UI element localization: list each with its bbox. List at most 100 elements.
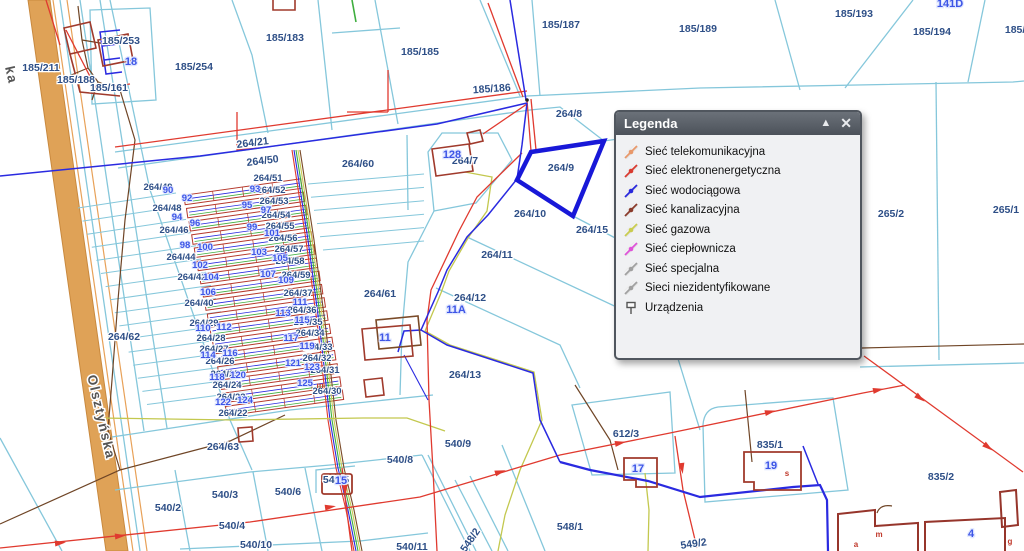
network-line-icon	[624, 184, 638, 198]
house-number-label: 19	[765, 460, 777, 472]
parcel-label: 185/253	[102, 35, 140, 47]
house-number-label: 107	[260, 269, 276, 280]
green-line	[352, 0, 356, 22]
house-number-label: 112	[216, 322, 231, 333]
parcel-label: 835/1	[757, 439, 783, 451]
legend-item-label: Sieć elektronenergetyczna	[645, 165, 781, 177]
legend-item-list: Sieć telekomunikacyjna Sieć elektronener…	[616, 135, 860, 325]
house-number-label: 92	[182, 193, 193, 204]
legend-item: Sieć kanalizacyjna	[624, 201, 852, 221]
house-number-label: 11	[379, 332, 391, 344]
legend-item-label: Urządzenia	[645, 302, 703, 314]
house-number-label: 117	[283, 333, 298, 344]
house-number-label: 120	[230, 370, 246, 381]
legend-item-label: Sieć ciepłownicza	[645, 243, 736, 255]
parcel-label: 264/15	[576, 224, 608, 236]
parcel-label: 264/11	[481, 249, 513, 261]
legend-item: Sieć ciepłownicza	[624, 240, 852, 260]
legend-item: Urządzenia	[624, 298, 852, 318]
parcel-label: 264/21	[236, 135, 269, 151]
parcel-label: 264/9	[548, 162, 574, 174]
parcel-label: 264/34	[295, 328, 325, 339]
parcel-label: 265/2	[878, 208, 904, 220]
parcel-label: 264/61	[364, 288, 396, 300]
house-number-label: 17	[632, 463, 644, 475]
parcel-label: 264/63	[207, 441, 239, 453]
legend-item-label: Sieci niezidentyfikowane	[645, 282, 770, 294]
parcel-label: 264/51	[253, 173, 283, 184]
parcel-label: 540/2	[155, 502, 181, 514]
parcel-label: 185/189	[679, 23, 717, 35]
parcel-label: 264/52	[256, 185, 285, 196]
house-number-label: 96	[190, 218, 201, 229]
building-letter-label: m	[875, 530, 882, 539]
parcel-label: 540/11	[396, 541, 428, 551]
legend-item: Sieć wodociągowa	[624, 181, 852, 201]
parcel-label: 264/62	[108, 331, 140, 343]
parcel-label: 264/10	[514, 208, 546, 220]
parcel-label: 548/2	[458, 526, 483, 551]
parcel-label: 540/10	[240, 539, 272, 551]
house-number-label: 116	[222, 348, 237, 359]
parcel-label: 264/12	[454, 292, 486, 304]
parcel-label: 185/185	[401, 46, 439, 58]
parcel-label: 185/1	[1005, 24, 1024, 36]
parcel-label: 548/1	[557, 521, 583, 533]
house-number-label: 109	[278, 275, 294, 286]
network-line-icon	[624, 223, 638, 237]
house-number-label: 15	[335, 475, 347, 487]
parcel-label: 264/46	[159, 225, 188, 236]
house-number-label: 113	[275, 308, 290, 319]
legend-item: Sieci niezidentyfikowane	[624, 279, 852, 299]
street-name-label: ka	[2, 65, 21, 86]
house-number-label: 99	[247, 222, 258, 233]
network-line-icon	[624, 262, 638, 276]
parcel-label: 185/194	[913, 26, 951, 38]
parcel-label: 264/60	[342, 158, 374, 170]
legend-item-label: Sieć telekomunikacyjna	[645, 146, 765, 158]
legend-item: Sieć elektronenergetyczna	[624, 162, 852, 182]
house-number-label: 18	[125, 56, 137, 68]
legend-panel: Legenda ▲ ✕ Sieć telekomunikacyjna Sieć …	[614, 110, 862, 360]
legend-item-label: Sieć kanalizacyjna	[645, 204, 740, 216]
legend-close-button[interactable]: ✕	[840, 116, 852, 130]
building-letter-label: m	[316, 381, 323, 390]
house-number-label: 114	[200, 350, 216, 361]
house-number-label: 95	[242, 200, 253, 211]
parcel-label: 540/3	[212, 489, 238, 501]
parcel-label: 264/40	[184, 298, 213, 309]
legend-item-label: Sieć gazowa	[645, 224, 710, 236]
highlighted-parcel[interactable]	[517, 141, 604, 216]
legend-item: Sieć telekomunikacyjna	[624, 142, 852, 162]
parcel-label: 185/254	[175, 61, 213, 73]
parcel-label: 185/183	[266, 32, 304, 44]
house-number-label: 104	[203, 272, 220, 283]
legend-item-label: Sieć specjalna	[645, 263, 719, 275]
house-number-label: 102	[192, 260, 208, 271]
legend-collapse-button[interactable]: ▲	[820, 118, 831, 129]
parcel-label: 835/2	[928, 471, 954, 483]
device-icon	[624, 301, 638, 315]
house-number-label: 115	[294, 315, 310, 326]
legend-item: Sieć specjalna	[624, 259, 852, 279]
building-letter-label: s	[785, 469, 790, 478]
parcel-label: 265/1	[993, 204, 1019, 216]
parcel-label: 540/4	[219, 520, 245, 532]
legend-header[interactable]: Legenda ▲ ✕	[616, 112, 860, 135]
junction-dots	[525, 98, 606, 143]
network-line-icon	[624, 203, 638, 217]
network-line-icon	[624, 242, 638, 256]
house-number-label: 110	[195, 323, 210, 334]
map-canvas[interactable]: 185/211185/188185/161185/253185/254185/1…	[0, 0, 1024, 551]
house-number-label: 93	[250, 184, 261, 195]
house-number-label: 94	[172, 212, 183, 223]
legend-item: Sieć gazowa	[624, 220, 852, 240]
house-number-label: 111	[293, 297, 309, 308]
house-number-label: 97	[261, 205, 272, 216]
house-number-label: 90	[163, 185, 174, 196]
house-number-label: 100	[197, 242, 213, 253]
house-number-label: 11A	[446, 304, 466, 316]
house-number-label: 122	[215, 397, 231, 408]
parcel-label: 185/193	[835, 8, 873, 20]
parcel-label: 264/50	[246, 153, 279, 169]
